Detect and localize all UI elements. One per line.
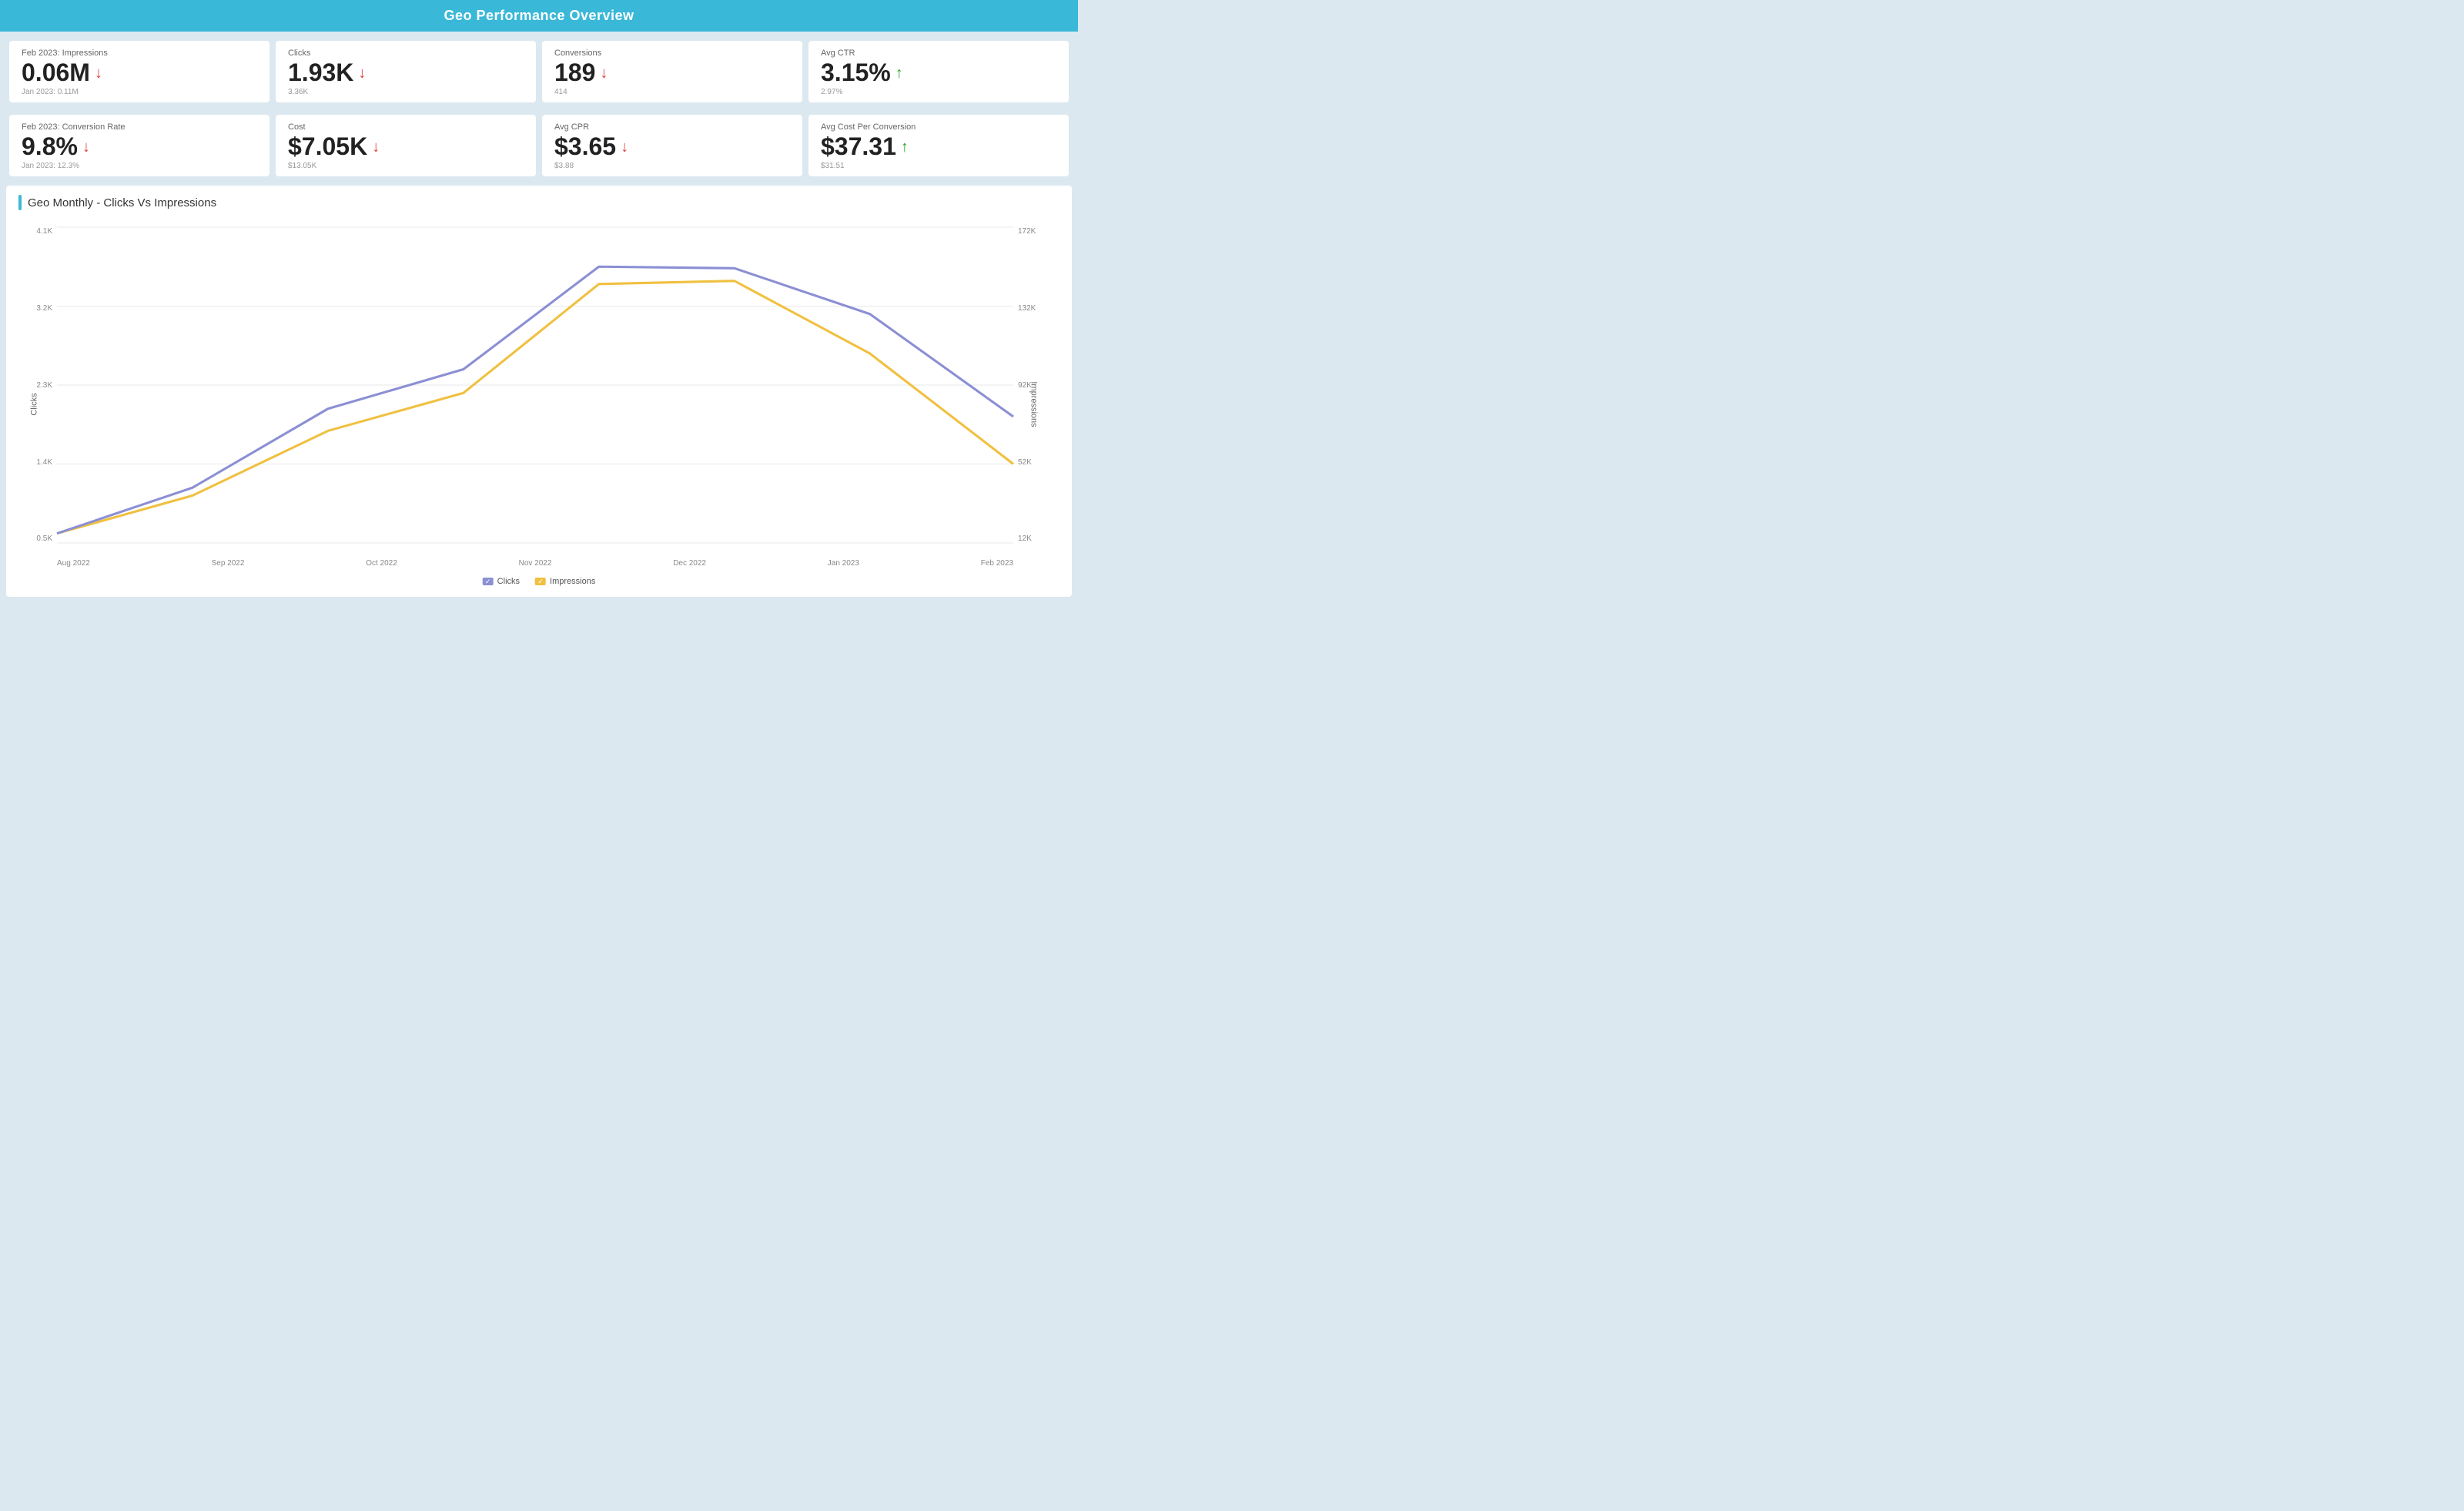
legend-label-clicks: Clicks [497,577,520,586]
x-label: Jan 2023 [828,559,859,568]
metric-label-avg_cost_per_conversion: Avg Cost Per Conversion [821,122,1056,132]
arrow-conversions: ↓ [600,65,608,81]
legend-color-clicks: ✓ [483,578,494,585]
x-label: Feb 2023 [981,559,1013,568]
chart-legend: ✓ Clicks ✓ Impressions [483,577,596,586]
metric-value-conversions: 189 [554,59,595,86]
legend-item-clicks: ✓ Clicks [483,577,520,586]
metric-label-conversion_rate: Feb 2023: Conversion Rate [22,122,257,132]
metric-card-impressions: Feb 2023: Impressions 0.06M ↓ Jan 2023: … [9,41,270,102]
page-title: Geo Performance Overview [0,0,1078,32]
metric-prev-avg_cpr: $3.88 [554,162,790,170]
metric-card-cost: Cost $7.05K ↓ $13.05K [276,115,536,176]
arrow-avg_cost_per_conversion: ↑ [901,139,909,155]
metric-value-row-conversion_rate: 9.8% ↓ [22,133,257,160]
metric-prev-conversions: 414 [554,88,790,96]
legend-label-impressions: Impressions [550,577,595,586]
x-label: Nov 2022 [519,559,552,568]
metric-card-avg_ctr: Avg CTR 3.15% ↑ 2.97% [808,41,1069,102]
y-axis-left: 4.1K 3.2K 2.3K 1.4K 0.5K [18,227,55,543]
arrow-avg_cpr: ↓ [621,139,628,155]
y-axis-title-right: Impressions [1029,382,1038,427]
metric-value-conversion_rate: 9.8% [22,133,78,160]
header: Geo Performance Overview [0,0,1078,32]
metric-card-avg_cost_per_conversion: Avg Cost Per Conversion $37.31 ↑ $31.51 [808,115,1069,176]
legend-item-impressions: ✓ Impressions [535,577,595,586]
y-right-label: 52K [1015,458,1032,467]
y-left-label: 3.2K [36,304,55,313]
metric-value-cost: $7.05K [288,133,367,160]
arrow-impressions: ↓ [95,65,102,81]
metrics-row-1: Feb 2023: Impressions 0.06M ↓ Jan 2023: … [0,32,1078,106]
chart-wrapper: 4.1K3.2K2.3K1.4K0.5K 172K132K92K52K12K C… [18,219,1060,589]
metric-value-impressions: 0.06M [22,59,90,86]
impressions-line [57,281,1013,534]
metric-value-row-impressions: 0.06M ↓ [22,59,257,86]
x-label: Sep 2022 [212,559,245,568]
metric-value-row-cost: $7.05K ↓ [288,133,524,160]
chart-title: Geo Monthly - Clicks Vs Impressions [28,196,216,209]
y-right-label: 172K [1015,227,1036,236]
arrow-clicks: ↓ [358,65,366,81]
metric-prev-cost: $13.05K [288,162,524,170]
chart-area [57,227,1013,543]
chart-section: Geo Monthly - Clicks Vs Impressions 4.1K… [6,186,1072,597]
metric-label-clicks: Clicks [288,49,524,58]
metric-value-row-avg_ctr: 3.15% ↑ [821,59,1056,86]
metric-card-clicks: Clicks 1.93K ↓ 3.36K [276,41,536,102]
metric-label-avg_ctr: Avg CTR [821,49,1056,58]
metric-card-conversion_rate: Feb 2023: Conversion Rate 9.8% ↓ Jan 202… [9,115,270,176]
x-axis: Aug 2022 Sep 2022 Oct 2022 Nov 2022 Dec 2022… [57,559,1013,568]
y-left-label: 0.5K [36,534,55,543]
metric-value-row-avg_cpr: $3.65 ↓ [554,133,790,160]
y-right-label: 12K [1015,534,1032,543]
metric-prev-conversion_rate: Jan 2023: 12.3% [22,162,257,170]
metric-value-row-conversions: 189 ↓ [554,59,790,86]
metric-label-cost: Cost [288,122,524,132]
x-label: Aug 2022 [57,559,90,568]
chart-title-accent [18,195,22,210]
clicks-line [57,267,1013,534]
metric-card-avg_cpr: Avg CPR $3.65 ↓ $3.88 [542,115,802,176]
metric-prev-clicks: 3.36K [288,88,524,96]
metrics-row-2: Feb 2023: Conversion Rate 9.8% ↓ Jan 202… [0,106,1078,179]
metric-label-conversions: Conversions [554,49,790,58]
y-left-label: 1.4K [36,458,55,467]
legend-color-impressions: ✓ [535,578,546,585]
arrow-avg_ctr: ↑ [896,65,903,81]
metric-value-avg_cpr: $3.65 [554,133,616,160]
arrow-conversion_rate: ↓ [82,139,90,155]
chart-svg [57,227,1013,543]
metric-label-impressions: Feb 2023: Impressions [22,49,257,58]
metric-value-clicks: 1.93K [288,59,353,86]
metric-value-avg_ctr: 3.15% [821,59,891,86]
metric-value-row-clicks: 1.93K ↓ [288,59,524,86]
metric-prev-impressions: Jan 2023: 0.11M [22,88,257,96]
y-left-label: 2.3K [36,381,55,390]
metric-prev-avg_ctr: 2.97% [821,88,1056,96]
y-axis-title-left: Clicks [30,394,39,416]
x-label: Oct 2022 [366,559,397,568]
metric-label-avg_cpr: Avg CPR [554,122,790,132]
x-label: Dec 2022 [673,559,706,568]
metric-value-avg_cost_per_conversion: $37.31 [821,133,896,160]
metric-value-row-avg_cost_per_conversion: $37.31 ↑ [821,133,1056,160]
arrow-cost: ↓ [372,139,380,155]
y-right-label: 132K [1015,304,1036,313]
metric-card-conversions: Conversions 189 ↓ 414 [542,41,802,102]
y-left-label: 4.1K [36,227,55,236]
metric-prev-avg_cost_per_conversion: $31.51 [821,162,1056,170]
